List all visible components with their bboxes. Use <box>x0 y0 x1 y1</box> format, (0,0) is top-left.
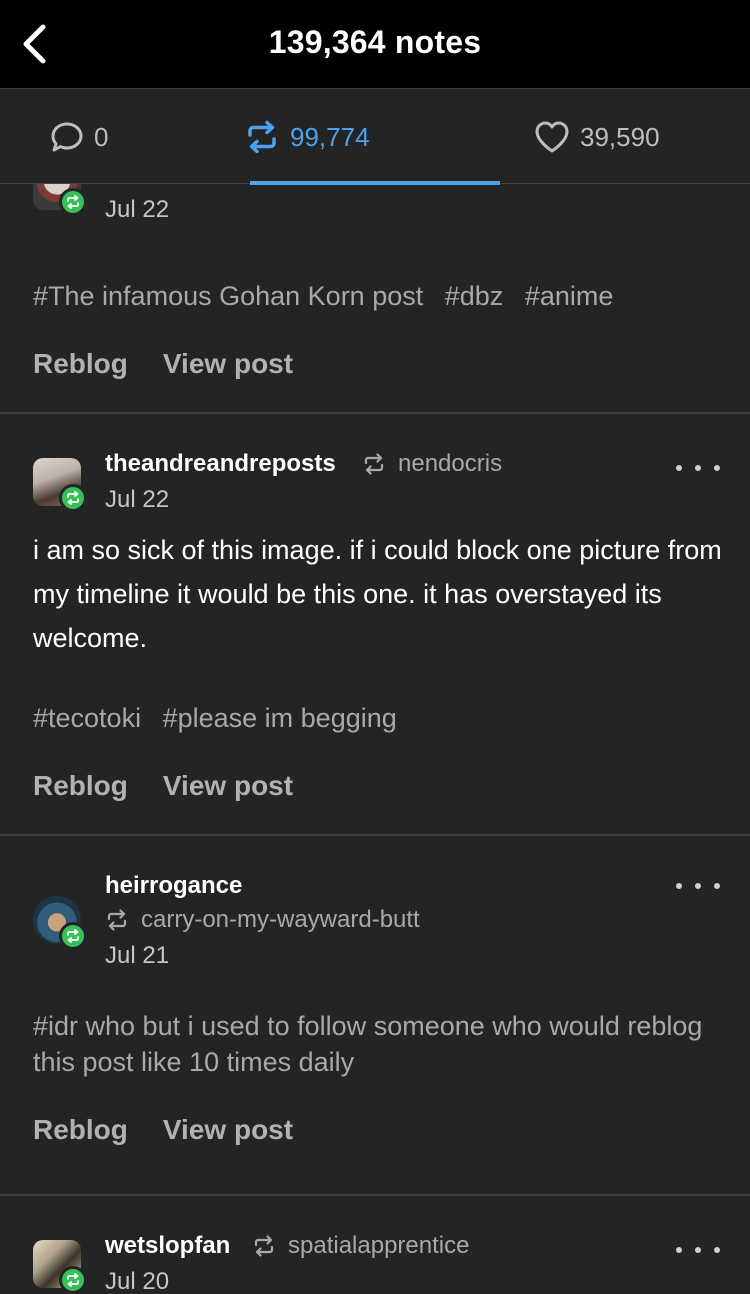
post-date: Jul 22 <box>105 196 170 223</box>
post-actions: Reblog View post <box>33 1114 328 1146</box>
post-date: Jul 22 <box>105 486 170 513</box>
avatar[interactable] <box>33 896 87 950</box>
comment-icon <box>51 122 83 152</box>
reblog-item: heirrogance carry-on-my-wayward-butt Jul… <box>0 836 750 1196</box>
reblog-feed[interactable]: Jul 22 #The infamous Gohan Korn post #db… <box>0 184 750 1294</box>
reblogs-count: 99,774 <box>290 121 370 152</box>
page-title: 139,364 notes <box>268 24 482 60</box>
reblogged-from[interactable]: spatialapprentice <box>252 1232 469 1260</box>
tab-replies[interactable]: 0 <box>50 89 108 185</box>
more-options-button[interactable] <box>676 1240 720 1260</box>
post-actions: Reblog View post <box>33 348 328 380</box>
tag[interactable]: #idr who but i used to follow someone wh… <box>33 1011 702 1077</box>
avatar[interactable] <box>33 1240 87 1294</box>
post-date: Jul 21 <box>105 942 170 969</box>
reblog-icon <box>248 120 276 154</box>
tag[interactable]: #tecotoki <box>33 703 141 733</box>
source-blog: nendocris <box>398 450 503 477</box>
reblog-link[interactable]: Reblog <box>33 1114 128 1146</box>
reblog-icon <box>364 453 384 475</box>
reblog-badge-icon <box>59 484 87 512</box>
notes-screen: 139,364 notes 0 99,774 39,590 Jul 22 #Th… <box>0 0 750 1294</box>
avatar[interactable] <box>33 458 87 512</box>
reblog-icon <box>254 1235 274 1257</box>
reblog-link[interactable]: Reblog <box>33 770 128 802</box>
source-blog: carry-on-my-wayward-butt <box>141 906 420 933</box>
tab-likes[interactable]: 39,590 <box>534 89 660 185</box>
reblog-badge-icon <box>59 188 87 216</box>
reblog-item: wetslopfan spatialapprentice Jul 20 <box>0 1196 750 1294</box>
view-post-link[interactable]: View post <box>163 770 293 802</box>
notes-tabs: 0 99,774 39,590 <box>0 88 750 185</box>
heart-icon <box>535 121 569 153</box>
replies-count: 0 <box>94 121 109 152</box>
reblog-icon <box>107 909 127 931</box>
post-body: i am so sick of this image. if i could b… <box>33 535 722 653</box>
likes-count: 39,590 <box>580 121 660 152</box>
reblogged-from[interactable]: nendocris <box>362 450 502 478</box>
tag[interactable]: #anime <box>525 281 614 311</box>
post-actions: Reblog View post <box>33 770 328 802</box>
reblogged-from[interactable]: carry-on-my-wayward-butt <box>105 906 420 934</box>
reblog-item: Jul 22 #The infamous Gohan Korn post #db… <box>0 184 750 414</box>
reblog-link[interactable]: Reblog <box>33 348 128 380</box>
post-tags: #The infamous Gohan Korn post #dbz #anim… <box>33 278 723 314</box>
tag[interactable]: #please im begging <box>163 703 397 733</box>
username[interactable]: wetslopfan <box>105 1232 230 1260</box>
tab-reblogs[interactable]: 99,774 <box>244 89 370 185</box>
reblog-item: theandreandreposts nendocris Jul 22 i am… <box>0 414 750 836</box>
view-post-link[interactable]: View post <box>163 1114 293 1146</box>
top-bar: 139,364 notes <box>0 0 750 88</box>
more-options-button[interactable] <box>676 458 720 478</box>
post-tags: #idr who but i used to follow someone wh… <box>33 1008 723 1080</box>
reblog-badge-icon <box>59 922 87 950</box>
view-post-link[interactable]: View post <box>163 348 293 380</box>
avatar[interactable] <box>33 184 87 216</box>
username[interactable]: heirrogance <box>105 872 242 900</box>
post-date: Jul 20 <box>105 1268 170 1294</box>
reblog-badge-icon <box>59 1266 87 1294</box>
more-options-button[interactable] <box>676 876 720 896</box>
tag[interactable]: #dbz <box>445 281 504 311</box>
source-blog: spatialapprentice <box>288 1232 470 1259</box>
post-tags: #tecotoki #please im begging <box>33 700 723 736</box>
tag[interactable]: #The infamous Gohan Korn post <box>33 281 423 311</box>
username[interactable]: theandreandreposts <box>105 450 336 478</box>
